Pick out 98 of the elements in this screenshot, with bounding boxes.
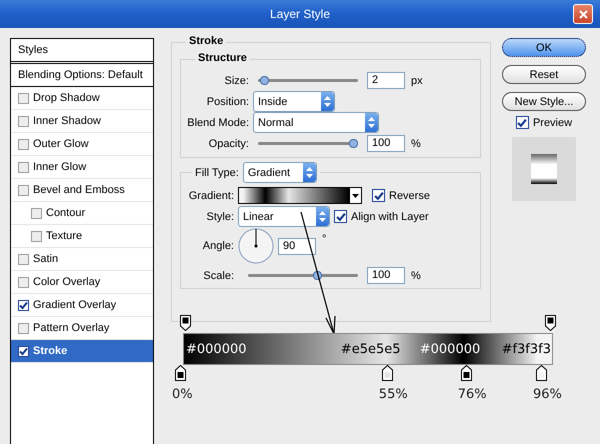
preview-thumbnail — [512, 137, 576, 201]
unit-label: px — [411, 74, 423, 86]
style-item[interactable]: Color Overlay — [11, 271, 153, 294]
blending-options-item[interactable]: Blending Options: Default — [11, 64, 153, 87]
style-item[interactable]: Texture — [11, 225, 153, 248]
style-label: Inner Shadow — [33, 115, 101, 127]
spinner-icon — [365, 113, 378, 132]
color-stop-icon[interactable] — [536, 365, 547, 381]
checkbox[interactable] — [18, 116, 29, 126]
style-label: Satin — [33, 253, 58, 265]
color-hex-label: #000000 — [186, 342, 247, 357]
stop-position-label: 96% — [532, 387, 562, 402]
color-stop-icon[interactable] — [175, 365, 186, 381]
size-slider[interactable] — [258, 76, 358, 85]
opacity-label: Opacity: — [208, 138, 249, 150]
style-label: Style: — [205, 210, 234, 222]
reverse-checkbox[interactable] — [372, 189, 385, 202]
checkbox[interactable] — [18, 322, 29, 334]
opacity-stop-icon[interactable] — [180, 315, 191, 331]
stop-position-label: 55% — [378, 387, 408, 402]
group-title: Structure — [195, 52, 250, 64]
angle-dial[interactable] — [238, 228, 274, 264]
opacity-field[interactable]: 100 — [367, 135, 405, 152]
checkbox[interactable] — [31, 208, 42, 218]
style-item[interactable]: Contour — [11, 202, 153, 225]
unit-label: ° — [322, 233, 326, 245]
size-label: Size: — [224, 74, 249, 86]
checkbox[interactable] — [18, 254, 29, 264]
style-label: Color Overlay — [33, 276, 100, 288]
style-item[interactable]: Satin — [11, 248, 153, 271]
style-item[interactable]: Outer Glow — [11, 133, 153, 156]
preview-checkbox[interactable] — [516, 116, 529, 129]
unit-label: % — [411, 270, 421, 282]
scale-label: Scale: — [202, 270, 234, 282]
reverse-label: Reverse — [389, 190, 430, 202]
style-label: Outer Glow — [33, 138, 89, 150]
color-stop-icon[interactable] — [460, 365, 472, 381]
blend-mode-dropdown[interactable]: Normal — [253, 112, 379, 133]
style-item[interactable]: Inner Glow — [11, 156, 153, 179]
style-label: Contour — [46, 207, 86, 219]
slider-thumb[interactable] — [260, 76, 269, 85]
opacity-slider[interactable] — [258, 139, 358, 148]
close-icon — [578, 10, 588, 18]
styles-header[interactable]: Styles — [11, 39, 153, 64]
style-item[interactable]: Stroke — [11, 340, 153, 363]
size-field[interactable]: 2 — [367, 72, 405, 89]
window-title: Layer Style — [270, 7, 330, 21]
slider-thumb[interactable] — [349, 139, 358, 148]
angle-field[interactable]: 90 — [278, 238, 316, 254]
checkbox[interactable] — [18, 92, 29, 104]
opacity-stop-icon[interactable] — [545, 315, 556, 331]
style-label: Gradient Overlay — [33, 299, 116, 311]
checkbox[interactable] — [18, 346, 29, 356]
stop-position-label: 76% — [458, 387, 487, 402]
style-label: Bevel and Emboss — [33, 184, 125, 196]
style-dropdown[interactable]: Linear — [238, 206, 330, 227]
scale-slider[interactable] — [248, 271, 358, 280]
position-label: Position: — [206, 96, 249, 108]
checkbox[interactable] — [18, 276, 29, 288]
fill-type-dropdown[interactable]: Gradient — [242, 162, 317, 183]
style-item[interactable]: Gradient Overlay — [11, 294, 153, 317]
dialog-button[interactable]: New Style... — [502, 92, 586, 111]
stop-position-label: 0% — [172, 387, 193, 402]
angle-label: Angle: — [202, 240, 234, 252]
style-label: Drop Shadow — [33, 92, 100, 104]
dialog-button[interactable]: OK — [502, 38, 586, 57]
spinner-icon — [321, 92, 334, 111]
checkbox[interactable] — [18, 300, 29, 310]
gradient-label: Gradient: — [188, 190, 234, 202]
spinner-icon — [302, 163, 316, 182]
style-label: Stroke — [33, 345, 68, 357]
color-hex-label: #e5e5e5 — [340, 342, 400, 357]
align-label: Align with Layer — [351, 210, 429, 222]
preview-label: Preview — [532, 116, 572, 128]
align-checkbox[interactable] — [334, 210, 347, 223]
checkbox[interactable] — [18, 162, 29, 172]
color-stop-icon[interactable] — [382, 365, 393, 381]
spinner-icon — [316, 207, 329, 226]
position-dropdown[interactable]: Inside — [253, 91, 335, 112]
scale-field[interactable]: 100 — [367, 267, 405, 284]
color-hex-label: #000000 — [420, 342, 480, 357]
gradient-picker[interactable] — [238, 187, 362, 204]
color-hex-label: #f3f3f3 — [502, 342, 551, 357]
checkbox[interactable] — [18, 138, 29, 150]
blend-mode-label: Blend Mode: — [186, 116, 249, 128]
style-item[interactable]: Bevel and Emboss — [11, 179, 153, 202]
style-label: Pattern Overlay — [33, 322, 110, 334]
unit-label: % — [411, 138, 421, 150]
close-button[interactable] — [573, 4, 593, 24]
dialog-button[interactable]: Reset — [502, 65, 586, 84]
group-title: Stroke — [186, 35, 226, 47]
fill-type-label: Fill Type: — [195, 166, 239, 178]
style-item[interactable]: Drop Shadow — [11, 87, 153, 110]
style-label: Texture — [46, 230, 82, 242]
style-label: Inner Glow — [33, 161, 86, 173]
style-item[interactable]: Inner Shadow — [11, 110, 153, 133]
checkbox[interactable] — [31, 230, 42, 242]
checkbox[interactable] — [18, 184, 29, 196]
